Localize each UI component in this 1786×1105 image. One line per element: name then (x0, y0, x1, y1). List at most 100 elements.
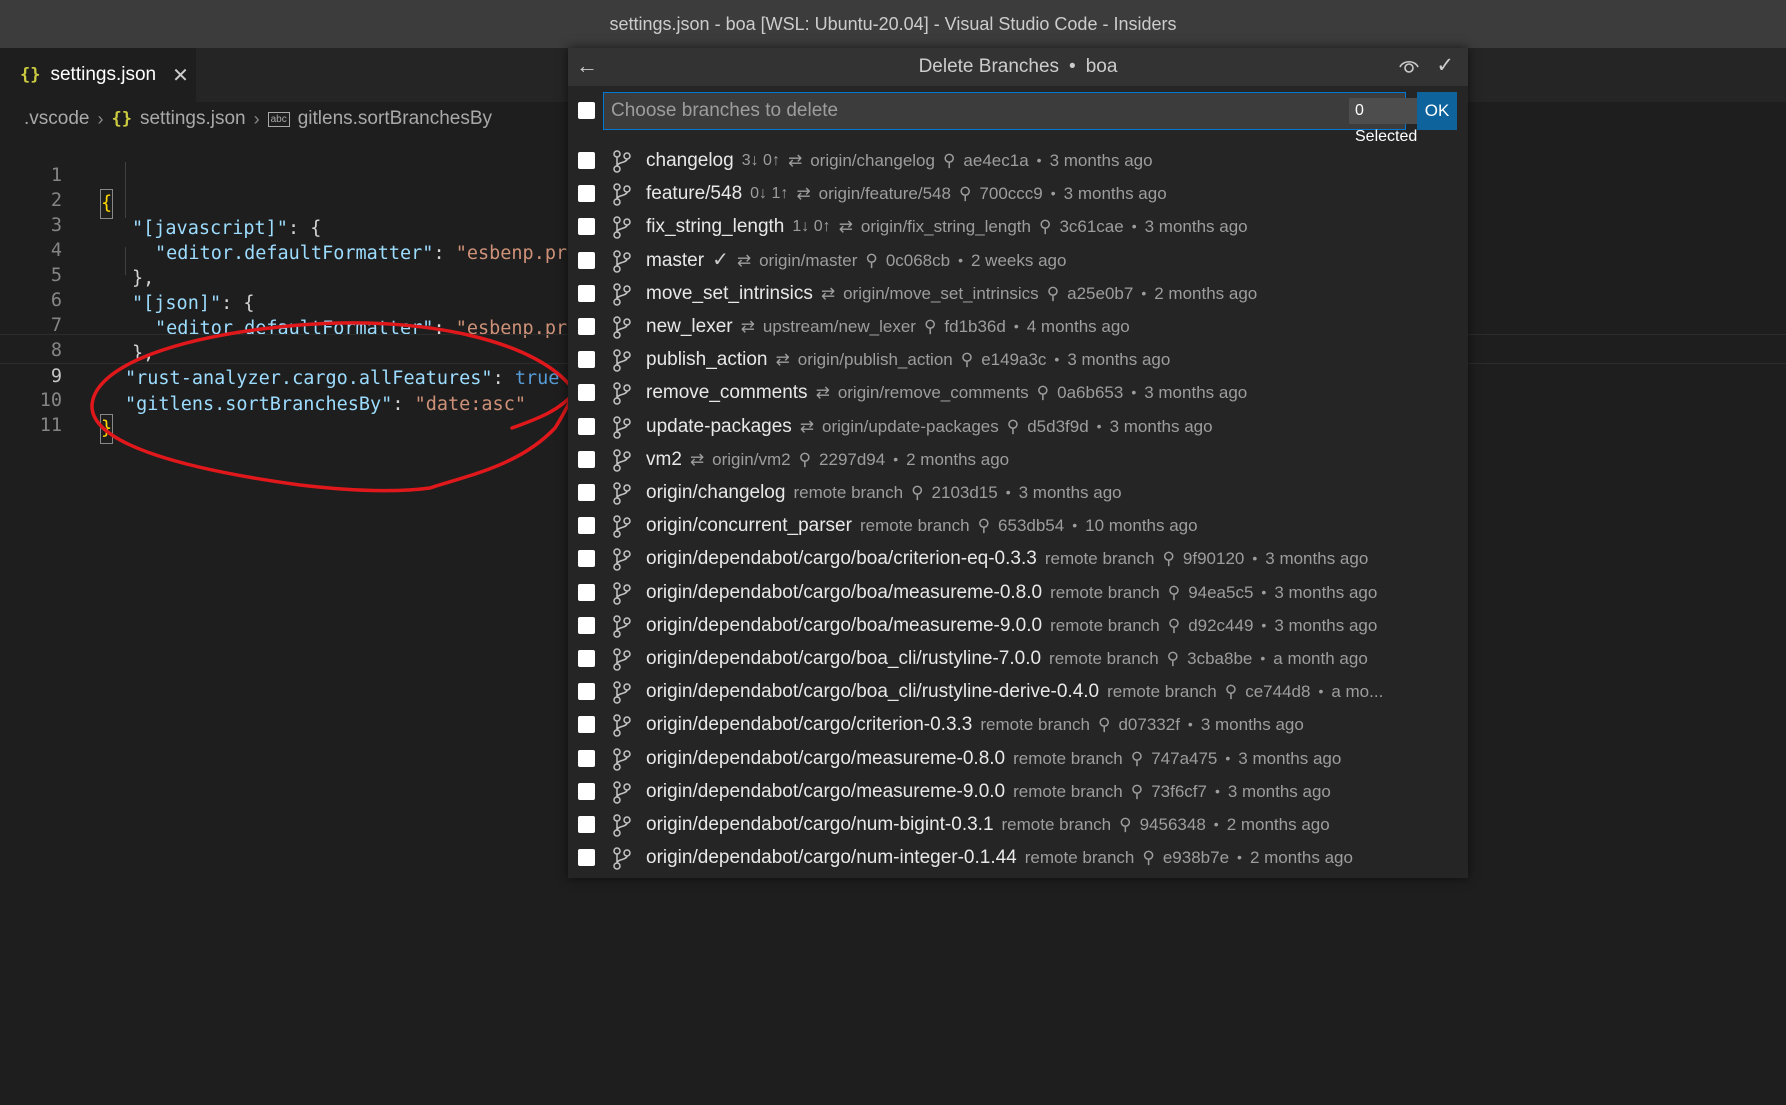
branch-name: new_lexer (646, 316, 733, 337)
branch-row[interactable]: remove_comments ⇄ origin/remove_comments ⚲ 0… (568, 376, 1468, 409)
commit-sha: a25e0b7 (1067, 283, 1134, 303)
branch-row[interactable]: fix_string_length 1↓ 0↑ ⇄ origin/fix_string… (568, 210, 1468, 243)
breadcrumb-file[interactable]: settings.json (140, 108, 246, 130)
branch-checkbox[interactable] (578, 616, 595, 634)
ok-button[interactable]: OK (1417, 92, 1457, 130)
git-branch-icon (612, 249, 632, 278)
branch-row[interactable]: origin/dependabot/cargo/measureme-0.8.0 r… (568, 742, 1468, 775)
remote-branch-label: remote branch (1050, 582, 1160, 602)
commit-sha: d07332f (1118, 715, 1180, 735)
branch-row[interactable]: changelog 3↓ 0↑ ⇄ origin/changelog ⚲ ae4ec1a •… (568, 144, 1468, 177)
branch-name: origin/dependabot/cargo/criterion-0.3.3 (646, 714, 973, 736)
branch-checkbox[interactable] (578, 583, 595, 601)
branch-row[interactable]: origin/dependabot/cargo/boa_cli/rustylin… (568, 675, 1468, 708)
branch-checkbox[interactable] (578, 716, 595, 734)
eye-icon[interactable] (1398, 55, 1420, 83)
git-branch-icon (612, 415, 632, 444)
branch-row[interactable]: origin/dependabot/cargo/boa/criterion-eq… (568, 542, 1468, 575)
branch-row[interactable]: origin/dependabot/cargo/num-integer-0.1.… (568, 841, 1468, 874)
branch-checkbox[interactable] (578, 650, 595, 667)
git-branch-icon (612, 149, 632, 178)
breadcrumb-folder[interactable]: .vscode (24, 108, 89, 130)
branch-row[interactable]: vm2 ⇄ origin/vm2 ⚲ 2297d94 • 2 months ago (568, 443, 1468, 476)
git-commit-icon: ⚲ (1142, 848, 1155, 868)
branch-checkbox[interactable] (578, 450, 595, 468)
breadcrumb-symbol[interactable]: gitlens.sortBranchesBy (298, 108, 492, 130)
git-commit-icon: ⚲ (1098, 715, 1111, 735)
quick-pick-title: Delete Branches (918, 56, 1060, 77)
git-commit-icon: ⚲ (1119, 815, 1132, 834)
branch-checkbox[interactable] (578, 417, 595, 435)
branch-row[interactable]: publish_action ⇄ origin/publish_action ⚲ e14… (568, 343, 1468, 376)
branch-checkbox[interactable] (578, 284, 595, 302)
separator-dot: • (1261, 616, 1267, 633)
json-file-icon: {} (111, 109, 132, 129)
branch-row[interactable]: origin/concurrent_parser remote branch ⚲ 65… (568, 509, 1468, 542)
branch-row[interactable]: origin/dependabot/cargo/criterion-0.3.3 r… (568, 708, 1468, 741)
sync-arrows-icon: ⇄ (820, 283, 836, 303)
branch-name: origin/dependabot/cargo/measureme-9.0.0 (646, 780, 1006, 802)
branch-row[interactable]: origin/dependabot/cargo/measureme-9.0.0 r… (568, 775, 1468, 808)
branch-row[interactable]: move_set_intrinsics ⇄ origin/move_set_intr… (568, 277, 1468, 310)
tab-settings-json[interactable]: {} settings.json ✕ (0, 48, 196, 102)
branch-checkbox[interactable] (578, 683, 595, 701)
branch-row[interactable]: update-packages ⇄ origin/update-packages ⚲ d… (568, 410, 1468, 443)
branch-checkbox[interactable] (578, 384, 595, 402)
git-branch-icon (612, 547, 632, 576)
branch-filter-input[interactable]: Choose branches to delete 0 Selected (603, 92, 1424, 145)
git-branch-icon (612, 614, 632, 643)
branch-checkbox[interactable] (578, 517, 595, 535)
arrow-left-icon[interactable]: ← (576, 53, 598, 79)
branch-checkbox[interactable] (578, 484, 595, 501)
branch-row[interactable]: new_lexer ⇄ upstream/new_lexer ⚲ fd1b36d • 4 m… (568, 310, 1468, 343)
git-commit-icon: ⚲ (1036, 383, 1050, 403)
branch-row[interactable]: master ✓ ⇄ origin/master ⚲ 0c068cb • 2 weeks ag… (568, 244, 1468, 277)
branch-checkbox[interactable] (578, 185, 595, 203)
quick-pick-input-row: Choose branches to delete 0 Selected OK (568, 92, 1468, 145)
ahead-behind: 0↓ 1↑ (750, 185, 789, 203)
commit-age: 2 months ago (906, 449, 1010, 469)
branch-row[interactable]: origin/dependabot/cargo/num-bigint-0.3.1… (568, 808, 1468, 841)
branch-checkbox[interactable] (578, 218, 595, 236)
branch-checkbox[interactable] (578, 251, 595, 269)
git-branch-icon (612, 381, 632, 410)
separator-dot: • (958, 251, 963, 268)
remote-branch-label: remote branch (1044, 549, 1155, 569)
git-commit-icon: ⚲ (1224, 682, 1238, 702)
git-branch-icon (612, 315, 632, 344)
branch-checkbox[interactable] (578, 749, 595, 767)
json-file-icon: {} (20, 65, 41, 85)
check-icon[interactable]: ✓ (1436, 53, 1454, 78)
branch-checkbox[interactable] (578, 318, 595, 335)
sync-arrows-icon: ⇄ (775, 350, 790, 370)
commit-age: 3 months ago (1063, 184, 1167, 204)
upstream-branch: origin/publish_action (797, 350, 953, 370)
select-all-checkbox[interactable] (578, 102, 595, 119)
branch-checkbox[interactable] (578, 550, 595, 568)
branch-checkbox[interactable] (578, 816, 595, 833)
branch-name: vm2 (646, 448, 682, 470)
branch-row[interactable]: origin/dependabot/cargo/boa/measureme-0.… (568, 576, 1468, 609)
close-icon[interactable]: ✕ (172, 63, 189, 88)
upstream-branch: origin/fix_string_length (860, 217, 1031, 237)
branch-row[interactable]: origin/changelog remote branch ⚲ 2103d15 • 3 … (568, 476, 1468, 509)
branch-name: publish_action (646, 349, 768, 371)
commit-age: 3 months ago (1274, 582, 1378, 602)
branch-checkbox[interactable] (578, 152, 595, 169)
branch-checkbox[interactable] (578, 782, 595, 800)
branch-checkbox[interactable] (578, 849, 595, 867)
git-commit-icon: ⚲ (977, 516, 991, 536)
branch-checkbox[interactable] (578, 351, 595, 369)
string-symbol-icon: abc (267, 111, 290, 127)
commit-age: 3 months ago (1049, 151, 1153, 170)
branch-row[interactable]: origin/dependabot/cargo/boa/measureme-9.… (568, 609, 1468, 642)
branch-name: update-packages (646, 415, 792, 437)
branch-row[interactable]: feature/548 0↓ 1↑ ⇄ origin/feature/548 ⚲ 700c… (568, 177, 1468, 210)
separator-dot: • (1005, 484, 1011, 500)
remote-branch-label: remote branch (1049, 649, 1159, 668)
branch-info: origin/dependabot/cargo/criterion-0.3.3 r… (646, 708, 1304, 741)
branch-name: origin/dependabot/cargo/num-bigint-0.3.1 (646, 814, 994, 835)
branch-name: origin/dependabot/cargo/boa_cli/rustylin… (646, 681, 1100, 703)
separator-dot: • (893, 450, 899, 467)
branch-row[interactable]: origin/dependabot/cargo/boa_cli/rustylin… (568, 642, 1468, 675)
